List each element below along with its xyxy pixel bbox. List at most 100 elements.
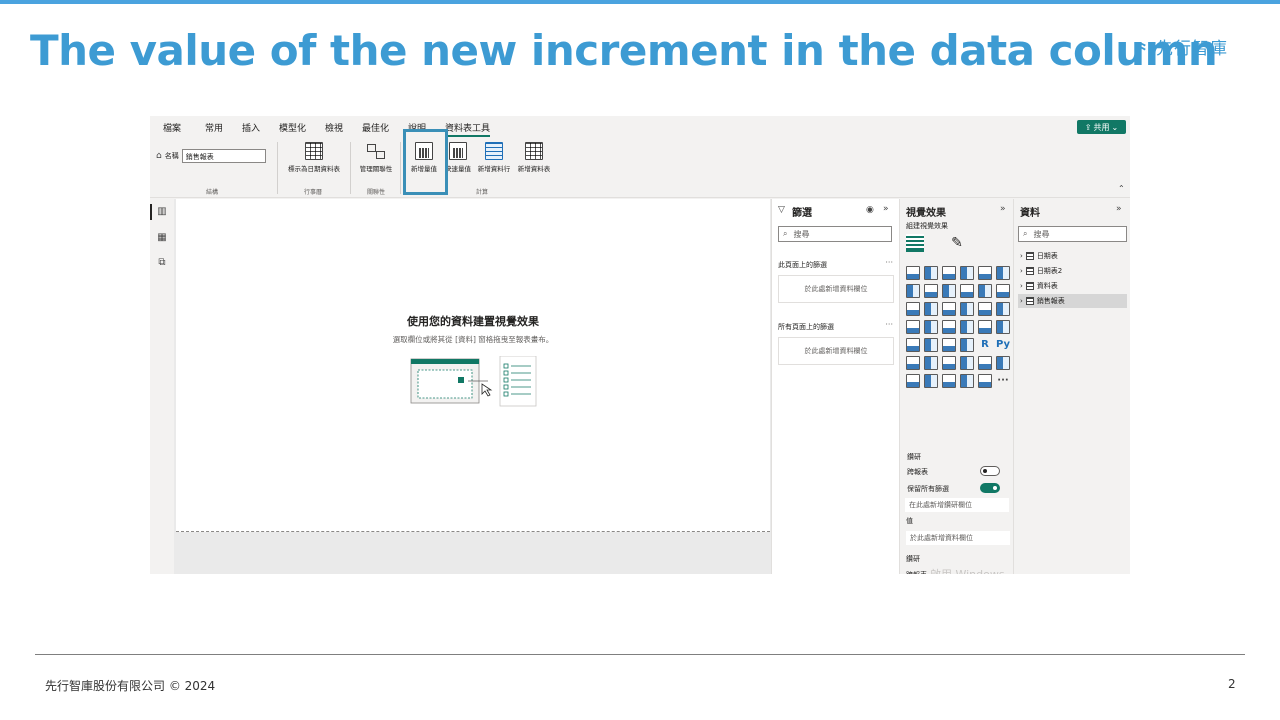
stacked-column-chart-icon[interactable] xyxy=(924,266,938,280)
100-stacked-bar-chart-icon[interactable] xyxy=(978,266,992,280)
group-label-calculations: 計算 xyxy=(476,189,489,196)
map-icon[interactable] xyxy=(906,320,920,334)
donut-chart-icon[interactable] xyxy=(978,302,992,316)
qa-icon[interactable] xyxy=(942,356,956,370)
group-label-relationships: 關聯性 xyxy=(367,189,386,196)
collapse-viz-icon[interactable]: » xyxy=(1000,204,1006,214)
page-filters-heading: 此頁面上的篩選 xyxy=(778,261,827,269)
pie-chart-icon[interactable] xyxy=(960,302,974,316)
drillthrough-drop-zone[interactable]: 在此處新增鑽研欄位 xyxy=(905,498,1009,512)
line-and-stacked-column-icon[interactable] xyxy=(960,284,974,298)
new-table-button[interactable]: 新增資料表 xyxy=(514,142,554,173)
gauge-icon[interactable] xyxy=(960,320,974,334)
new-column-button[interactable]: 新增資料行 xyxy=(474,142,514,173)
manage-relationships-button[interactable]: 管理關聯性 xyxy=(356,142,396,173)
funnel-chart-icon[interactable] xyxy=(924,302,938,316)
table-visual-icon[interactable] xyxy=(942,338,956,352)
filled-map-icon[interactable] xyxy=(924,320,938,334)
table-name-input[interactable]: 銷售報表 xyxy=(181,149,266,163)
build-visual-label: 組建視覺效果 xyxy=(906,222,948,230)
multi-row-card-icon[interactable] xyxy=(996,320,1010,334)
new-column-icon xyxy=(485,142,503,160)
page-filters-drop-zone[interactable]: 於此處新增資料欄位 xyxy=(778,275,894,303)
line-and-clustered-column-icon[interactable] xyxy=(978,284,992,298)
quick-measure-label: 快速量值 xyxy=(445,165,471,173)
mark-date-table-label: 標示為日期資料表 xyxy=(288,165,340,173)
ribbon-separator xyxy=(400,142,401,194)
menu-modeling[interactable]: 模型化 xyxy=(279,121,306,134)
table-view-icon[interactable]: ▦ xyxy=(156,233,168,243)
smart-narrative-icon[interactable] xyxy=(960,356,974,370)
build-visual-tab-icon[interactable] xyxy=(906,234,924,252)
diamond-visual-icon[interactable] xyxy=(960,374,974,388)
table-icon xyxy=(1025,282,1034,290)
r-visual-icon[interactable]: R xyxy=(978,338,992,352)
all-pages-filters-drop-zone[interactable]: 於此處新增資料欄位 xyxy=(778,337,894,365)
area-chart-icon[interactable] xyxy=(924,284,938,298)
filters-search-input[interactable]: ⌕ 搜尋 xyxy=(778,226,892,242)
menu-home[interactable]: 常用 xyxy=(205,121,223,134)
python-visual-icon[interactable]: Py xyxy=(996,338,1010,352)
data-title: 資料 xyxy=(1020,208,1040,219)
values-drop-zone[interactable]: 於此處新增資料欄位 xyxy=(906,531,1010,545)
table-item-date2[interactable]: › 日期表2 xyxy=(1018,264,1127,278)
logo-text: 先行智庫 xyxy=(1156,39,1229,59)
matrix-icon[interactable] xyxy=(960,338,974,352)
chevron-visual-icon[interactable] xyxy=(978,374,992,388)
chevron-right-icon: › xyxy=(1020,297,1023,305)
group-label-structure: 結構 xyxy=(206,189,219,196)
azure-map-icon[interactable] xyxy=(942,320,956,334)
menu-table-tools[interactable]: 資料表工具 xyxy=(445,121,491,137)
power-apps-icon[interactable] xyxy=(924,374,938,388)
kpi-icon[interactable] xyxy=(906,338,920,352)
decomposition-tree-icon[interactable] xyxy=(924,356,938,370)
report-page[interactable]: 使用您的資料建置視覺效果 選取欄位或將其從 [資料] 窗格拖曳至報表畫布。 xyxy=(176,199,770,532)
arcgis-map-icon[interactable] xyxy=(906,374,920,388)
collapse-data-icon[interactable]: » xyxy=(1116,204,1122,214)
metrics-icon[interactable] xyxy=(978,356,992,370)
share-button[interactable]: ⇪ 共用 ⌄ xyxy=(1077,120,1126,134)
100-stacked-column-chart-icon[interactable] xyxy=(996,266,1010,280)
table-item-sales-report[interactable]: › 銷售報表 xyxy=(1018,294,1127,308)
waterfall-chart-icon[interactable] xyxy=(906,302,920,316)
paginated-report-icon[interactable] xyxy=(996,356,1010,370)
power-automate-icon[interactable] xyxy=(942,374,956,388)
menu-optimize[interactable]: 最佳化 xyxy=(362,121,389,134)
menu-view[interactable]: 檢視 xyxy=(325,121,343,134)
chevron-right-icon: › xyxy=(1020,282,1023,290)
canvas-empty-subtitle: 選取欄位或將其從 [資料] 窗格拖曳至報表畫布。 xyxy=(392,335,554,344)
table-item-data[interactable]: › 資料表 xyxy=(1018,279,1127,293)
collapse-filters-icon[interactable]: » xyxy=(883,204,889,214)
visual-types-grid: R Py ··· xyxy=(906,266,1010,388)
data-search-input[interactable]: ⌕ 搜尋 xyxy=(1018,226,1127,242)
menu-insert[interactable]: 插入 xyxy=(242,121,260,134)
more-options-icon[interactable]: ··· xyxy=(885,258,893,267)
build-visual-illustration-icon xyxy=(410,356,537,407)
more-options-icon[interactable]: ··· xyxy=(885,320,893,329)
chevron-down-icon: ⌄ xyxy=(1111,122,1119,132)
mark-date-table-button[interactable]: 標示為日期資料表 xyxy=(284,142,344,173)
slicer-icon[interactable] xyxy=(924,338,938,352)
cross-report-toggle[interactable] xyxy=(980,466,1000,476)
line-chart-icon[interactable] xyxy=(906,284,920,298)
stacked-bar-chart-icon[interactable] xyxy=(906,266,920,280)
menu-file[interactable]: 檔案 xyxy=(163,121,181,134)
table-item-date[interactable]: › 日期表 xyxy=(1018,249,1127,263)
clustered-column-chart-icon[interactable] xyxy=(960,266,974,280)
ribbon-chart-icon[interactable] xyxy=(996,284,1010,298)
format-visual-tab-icon[interactable]: ✎ xyxy=(948,234,966,252)
drillthrough-section: 鑽研 跨報表 保留所有篩選 在此處新增鑽研欄位 xyxy=(899,450,1013,520)
card-icon[interactable] xyxy=(978,320,992,334)
eye-icon[interactable]: ◉ xyxy=(866,205,874,215)
treemap-icon[interactable] xyxy=(996,302,1010,316)
keep-filters-toggle[interactable] xyxy=(980,483,1000,493)
key-influencers-icon[interactable] xyxy=(906,356,920,370)
table-name: 日期表2 xyxy=(1036,267,1063,275)
collapse-ribbon-icon[interactable]: ⌃ xyxy=(1118,184,1125,193)
more-visuals-icon[interactable]: ··· xyxy=(996,374,1010,388)
scatter-chart-icon[interactable] xyxy=(942,302,956,316)
stacked-area-chart-icon[interactable] xyxy=(942,284,956,298)
model-view-icon[interactable]: ⧉ xyxy=(156,258,168,268)
report-view-icon[interactable]: ▥ xyxy=(156,207,168,217)
clustered-bar-chart-icon[interactable] xyxy=(942,266,956,280)
